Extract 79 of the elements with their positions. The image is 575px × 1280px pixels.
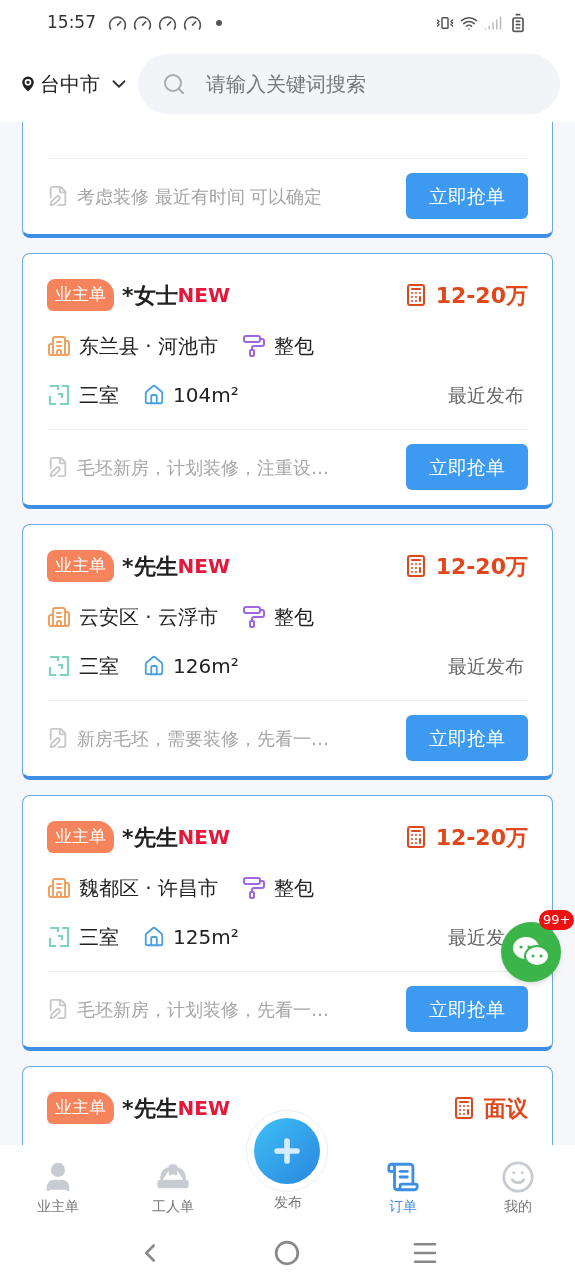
notification-icon (133, 13, 152, 33)
note-text: 毛坯新房，计划装修，注重设… (77, 455, 329, 480)
notification-icon (158, 13, 177, 33)
location-pin-icon (18, 74, 38, 94)
floor-plan-icon (47, 654, 71, 678)
note-text: 新房毛坯，需要装修，先看一… (77, 726, 329, 751)
post-time: 最近发布 (448, 382, 525, 408)
owner-order-tag: 业主单 (47, 279, 114, 311)
owner-order-tag: 业主单 (47, 1092, 114, 1124)
new-label: NEW (177, 824, 230, 851)
room-count: 三室 (79, 653, 119, 680)
grab-order-button[interactable]: 立即抢单 (406, 444, 528, 490)
search-field[interactable]: 请输入关键词搜索 (138, 54, 560, 114)
nav-tab[interactable]: 订单 (345, 1145, 460, 1225)
owner-order-tag: 业主单 (47, 821, 114, 853)
publish-button[interactable] (254, 1118, 320, 1184)
renovation-type: 整包 (274, 875, 315, 902)
grab-order-button[interactable]: 立即抢单 (406, 173, 528, 219)
scroll-icon (385, 1160, 420, 1194)
nav-tab[interactable]: 发布 (273, 1192, 302, 1213)
customer-name: *先生 (122, 823, 178, 852)
city-selector[interactable]: 台中市 (40, 69, 100, 99)
floor-area: 126m² (173, 651, 239, 681)
location: 东兰县 · 河池市 (79, 333, 219, 360)
nav-tab[interactable]: 业主单 (0, 1145, 115, 1225)
floor-plan-icon (47, 383, 71, 407)
nav-tab[interactable]: 工人单 (115, 1145, 230, 1225)
status-time: 15:57 (47, 11, 96, 35)
floor-area: 104m² (173, 380, 239, 410)
renovation-type: 整包 (274, 333, 315, 360)
new-label: NEW (177, 1095, 230, 1122)
location: 魏都区 · 许昌市 (79, 875, 219, 902)
new-label: NEW (177, 553, 230, 580)
post-time: 最近发 (448, 924, 506, 950)
notification-icon (183, 13, 202, 33)
note-icon (47, 727, 69, 749)
customer-name: *女士 (122, 281, 178, 310)
room-count: 三室 (79, 924, 119, 951)
house-area-icon (143, 926, 165, 948)
unread-count-badge: 99+ (539, 910, 575, 930)
location: 云安区 · 云浮市 (79, 604, 219, 631)
note-text: 毛坯新房，计划装修，先看一… (77, 997, 329, 1022)
grab-order-button[interactable]: 立即抢单 (406, 986, 528, 1032)
floor-area: 125m² (173, 922, 239, 952)
search-input[interactable]: 请输入关键词搜索 (206, 69, 536, 99)
renovation-type: 整包 (274, 604, 315, 631)
room-count: 三室 (79, 382, 119, 409)
note-text: 考虑装修 最近有时间 可以确定 (77, 184, 323, 209)
smiley-icon (500, 1160, 535, 1194)
new-label: NEW (177, 282, 230, 309)
budget: 12-20万 (435, 552, 528, 581)
customer-name: *先生 (122, 552, 178, 581)
budget: 12-20万 (435, 281, 528, 310)
vibrate-icon (436, 14, 454, 32)
nav-tab[interactable]: 我的 (460, 1145, 575, 1225)
building-icon (47, 605, 71, 629)
paint-roller-icon (242, 605, 267, 629)
home-icon[interactable] (274, 1239, 301, 1266)
owner-order-tag: 业主单 (47, 550, 114, 582)
post-time: 最近发布 (448, 653, 525, 679)
grab-order-button[interactable]: 立即抢单 (406, 715, 528, 761)
customer-name: *先生 (122, 1094, 178, 1123)
paint-roller-icon (242, 876, 267, 900)
notification-icon (108, 13, 127, 33)
budget: 12-20万 (435, 823, 528, 852)
search-icon (162, 72, 186, 96)
house-area-icon (143, 655, 165, 677)
paint-roller-icon (242, 334, 267, 358)
house-area-icon (143, 384, 165, 406)
note-icon (47, 456, 69, 478)
calculator-icon (452, 1096, 476, 1120)
wifi-icon (460, 14, 478, 32)
building-icon (47, 334, 71, 358)
signal-icon (484, 14, 502, 32)
budget: 面议 (484, 1094, 528, 1123)
building-icon (47, 876, 71, 900)
floor-plan-icon (47, 925, 71, 949)
note-icon (47, 998, 69, 1020)
note-icon (47, 185, 69, 207)
